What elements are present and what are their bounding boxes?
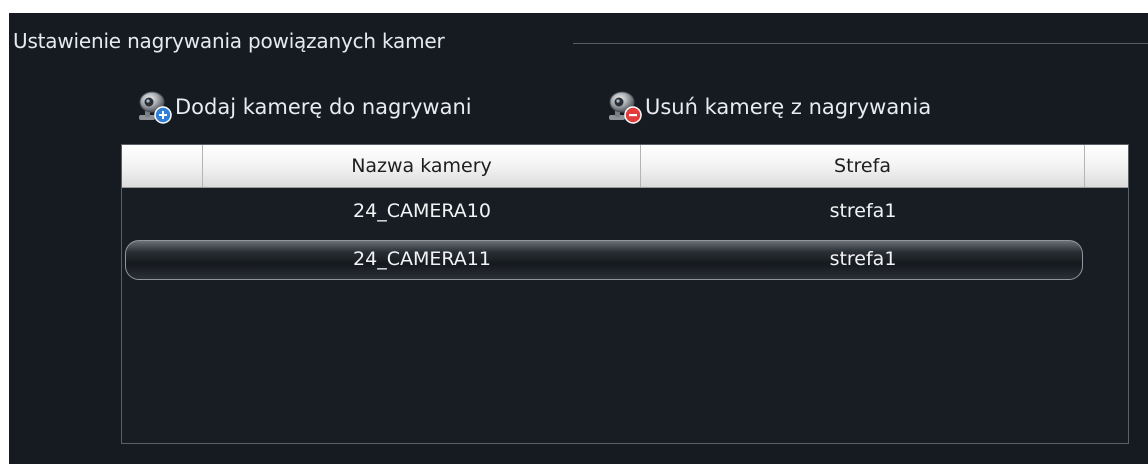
column-header-empty[interactable] — [122, 145, 203, 187]
recording-settings-panel: Ustawienie nagrywania powiązanych kamer — [9, 13, 1148, 464]
column-header-camera-name[interactable]: Nazwa kamery — [203, 145, 641, 187]
table-row[interactable]: 24_CAMERA10 strefa1 — [122, 188, 1128, 234]
add-camera-label: Dodaj kamerę do nagrywani — [175, 95, 472, 119]
camera-name-cell: 24_CAMERA11 — [353, 248, 491, 270]
zone-cell: strefa1 — [829, 248, 897, 270]
camera-name-cell: 24_CAMERA10 — [353, 200, 491, 222]
remove-camera-label: Usuń kamerę z nagrywania — [645, 95, 932, 119]
camera-table: Nazwa kamery Strefa 24_CAMERA10 strefa1 … — [121, 144, 1129, 444]
add-camera-button[interactable]: Dodaj kamerę do nagrywani — [135, 87, 472, 127]
column-header-filler — [1085, 145, 1128, 187]
add-camera-icon — [135, 88, 173, 126]
remove-camera-button[interactable]: Usuń kamerę z nagrywania — [605, 87, 931, 127]
zone-cell: strefa1 — [829, 200, 897, 222]
remove-camera-icon — [605, 88, 643, 126]
table-header: Nazwa kamery Strefa — [122, 145, 1128, 188]
table-row-selected[interactable]: 24_CAMERA11 strefa1 — [122, 234, 1128, 280]
group-title: Ustawienie nagrywania powiązanych kamer — [13, 29, 445, 53]
group-divider — [573, 43, 1148, 44]
column-header-zone[interactable]: Strefa — [641, 145, 1085, 187]
